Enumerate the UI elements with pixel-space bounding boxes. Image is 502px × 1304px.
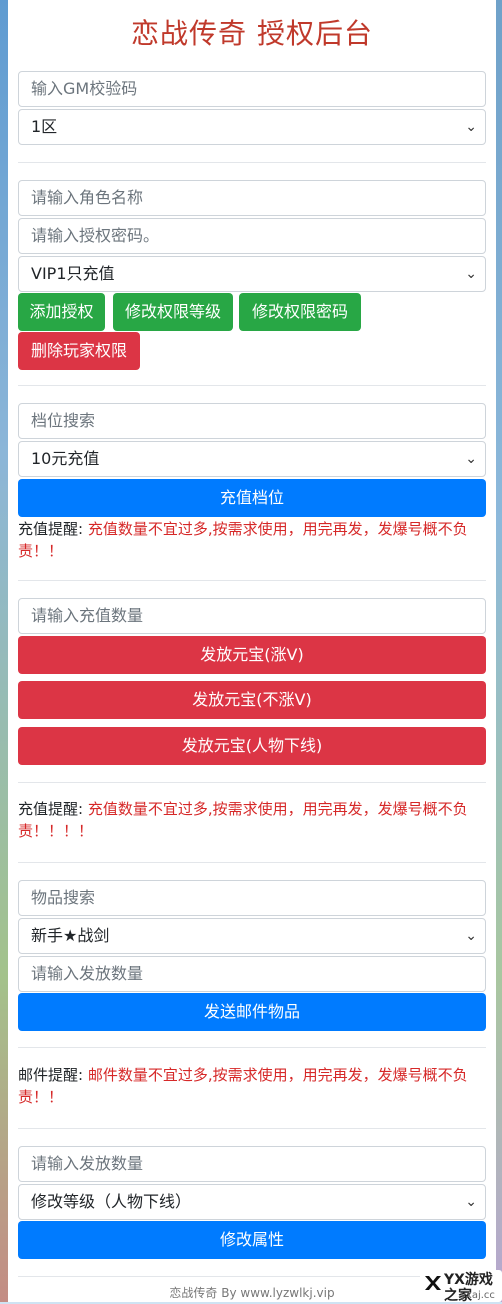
item-select-value: 新手★战剑 [31,926,110,945]
chevron-down-icon: ⌄ [465,119,477,135]
divider [18,1128,486,1129]
issue-ingot-offline-button[interactable]: 发放元宝(人物下线) [18,727,486,765]
modify-password-button[interactable]: 修改权限密码 [239,293,361,331]
modify-attribute-button[interactable]: 修改属性 [18,1221,486,1259]
recharge-reminder: 充值提醒: 充值数量不宜过多,按需求使用，用完再发，发爆号概不负责！！ [18,518,486,562]
divider [18,862,486,863]
gm-code-input[interactable]: 输入GM校验码 [18,71,486,107]
page-title: 恋战传奇 授权后台 [131,17,373,50]
delete-player-auth-button[interactable]: 删除玩家权限 [18,332,140,370]
auth-password-input[interactable]: 请输入授权密码。 [18,218,486,254]
add-auth-button[interactable]: 添加授权 [18,293,105,331]
issue-ingot-vip-button[interactable]: 发放元宝(涨V) [18,636,486,674]
role-name-input[interactable]: 请输入角色名称 [18,180,486,216]
ingot-reminder: 充值提醒: 充值数量不宜过多,按需求使用，用完再发，发爆号概不负责！！！！ [18,798,486,842]
attr-amount-input[interactable]: 请输入发放数量 [18,1146,486,1182]
item-amount-input[interactable]: 请输入发放数量 [18,956,486,992]
item-search-input[interactable]: 物品搜索 [18,880,486,916]
vip-level-select[interactable]: VIP1只充值 ⌄ [18,256,486,292]
divider [18,385,486,386]
recharge-amount-input[interactable]: 请输入充值数量 [18,598,486,634]
mail-reminder: 邮件提醒: 邮件数量不宜过多,按需求使用，用完再发，发爆号概不负责！！ [18,1064,486,1108]
recharge-tier-select[interactable]: 10元充值 ⌄ [18,441,486,477]
divider [18,1276,486,1277]
background-left-strip [0,0,8,1302]
attr-type-select-value: 修改等级（人物下线） [31,1192,192,1211]
recharge-reminder-label: 充值提醒: [18,520,88,538]
recharge-tier-select-value: 10元充值 [31,449,100,468]
chevron-down-icon: ⌄ [465,1194,477,1210]
send-mail-item-button[interactable]: 发送邮件物品 [18,993,486,1031]
recharge-tier-button[interactable]: 充值档位 [18,479,486,517]
server-select-value: 1区 [31,117,58,136]
divider [18,162,486,163]
chevron-down-icon: ⌄ [465,928,477,944]
background-right-strip [496,0,502,1302]
item-select[interactable]: 新手★战剑 ⌄ [18,918,486,954]
attr-type-select[interactable]: 修改等级（人物下线） ⌄ [18,1184,486,1220]
divider [18,580,486,581]
divider [18,782,486,783]
chevron-down-icon: ⌄ [465,266,477,282]
vip-level-select-value: VIP1只充值 [31,264,115,283]
watermark-logo: YX游戏之家 yxaj.cc [420,1270,502,1304]
mail-reminder-label: 邮件提醒: [18,1066,88,1084]
divider [18,1047,486,1048]
server-select[interactable]: 1区 ⌄ [18,109,486,145]
tier-search-input[interactable]: 档位搜索 [18,403,486,439]
admin-panel-card: 恋战传奇 授权后台 输入GM校验码 1区 ⌄ 请输入角色名称 请输入授权密码。 … [8,0,496,1302]
logo-icon [425,1276,441,1290]
ingot-reminder-label: 充值提醒: [18,800,88,818]
issue-ingot-no-vip-button[interactable]: 发放元宝(不涨V) [18,681,486,719]
chevron-down-icon: ⌄ [465,451,477,467]
modify-level-button[interactable]: 修改权限等级 [113,293,233,331]
